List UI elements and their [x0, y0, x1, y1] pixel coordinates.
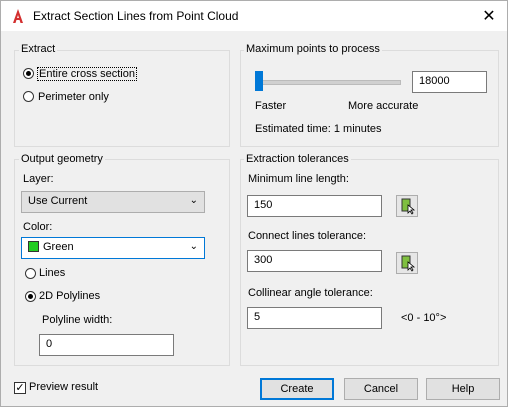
color-label: Color: [23, 221, 53, 233]
preview-result-label[interactable]: Preview result [29, 381, 98, 393]
extract-heading: Extract [19, 43, 58, 55]
max-points-slider[interactable] [255, 71, 263, 91]
chevron-down-icon: ⌄ [189, 241, 198, 252]
layer-dropdown[interactable]: Use Current ⌄ [21, 191, 205, 213]
min-length-input[interactable]: 150 [247, 195, 382, 217]
polyline-width-label: Polyline width: [42, 314, 113, 326]
max-points-input[interactable]: 18000 [412, 71, 487, 93]
connect-tolerance-input[interactable]: 300 [247, 250, 382, 272]
estimated-time-label: Estimated time: 1 minutes [255, 123, 382, 135]
close-icon: ✕ [482, 8, 496, 25]
pick-connect-tolerance-button[interactable] [396, 252, 418, 274]
color-dropdown[interactable]: Green ⌄ [21, 237, 205, 259]
entire-cross-section-radio[interactable] [23, 68, 34, 79]
green-swatch-icon [28, 241, 39, 252]
max-points-heading: Maximum points to process [244, 43, 382, 55]
lines-radio[interactable] [25, 268, 36, 279]
slider-track [257, 80, 401, 85]
pick-min-length-button[interactable] [396, 195, 418, 217]
faster-label: Faster [255, 100, 287, 112]
output-geometry-heading: Output geometry [19, 153, 105, 165]
connect-tolerance-label: Connect lines tolerance: [248, 230, 367, 242]
2d-polylines-radio[interactable] [25, 291, 36, 302]
layer-value: Use Current [28, 195, 88, 207]
pick-point-icon [401, 198, 416, 215]
collinear-range-label: <0 - 10°> [401, 312, 447, 324]
entire-cross-section-label[interactable]: Entire cross section [37, 67, 137, 81]
dialog: Extract Section Lines from Point Cloud ✕… [0, 0, 508, 407]
window-title: Extract Section Lines from Point Cloud [33, 9, 239, 23]
perimeter-only-label[interactable]: Perimeter only [38, 91, 109, 103]
polyline-width-input[interactable]: 0 [39, 334, 174, 356]
chevron-down-icon: ⌄ [189, 195, 198, 206]
lines-label[interactable]: Lines [39, 267, 65, 279]
close-button[interactable]: ✕ [471, 1, 507, 31]
pick-point-icon [401, 255, 416, 272]
color-value: Green [43, 241, 74, 253]
collinear-angle-label: Collinear angle tolerance: [248, 287, 373, 299]
perimeter-only-radio[interactable] [23, 91, 34, 102]
layer-label: Layer: [23, 173, 54, 185]
create-button[interactable]: Create [260, 378, 334, 400]
collinear-angle-input[interactable]: 5 [247, 307, 382, 329]
more-accurate-label: More accurate [348, 100, 419, 112]
2d-polylines-label[interactable]: 2D Polylines [39, 290, 100, 302]
autocad-logo-icon [13, 9, 23, 23]
min-length-label: Minimum line length: [248, 173, 349, 185]
help-button[interactable]: Help [426, 378, 500, 400]
tolerances-heading: Extraction tolerances [244, 153, 351, 165]
cancel-button[interactable]: Cancel [344, 378, 418, 400]
title-bar: Extract Section Lines from Point Cloud ✕ [1, 1, 507, 31]
preview-result-checkbox[interactable]: ✓ [14, 382, 26, 394]
